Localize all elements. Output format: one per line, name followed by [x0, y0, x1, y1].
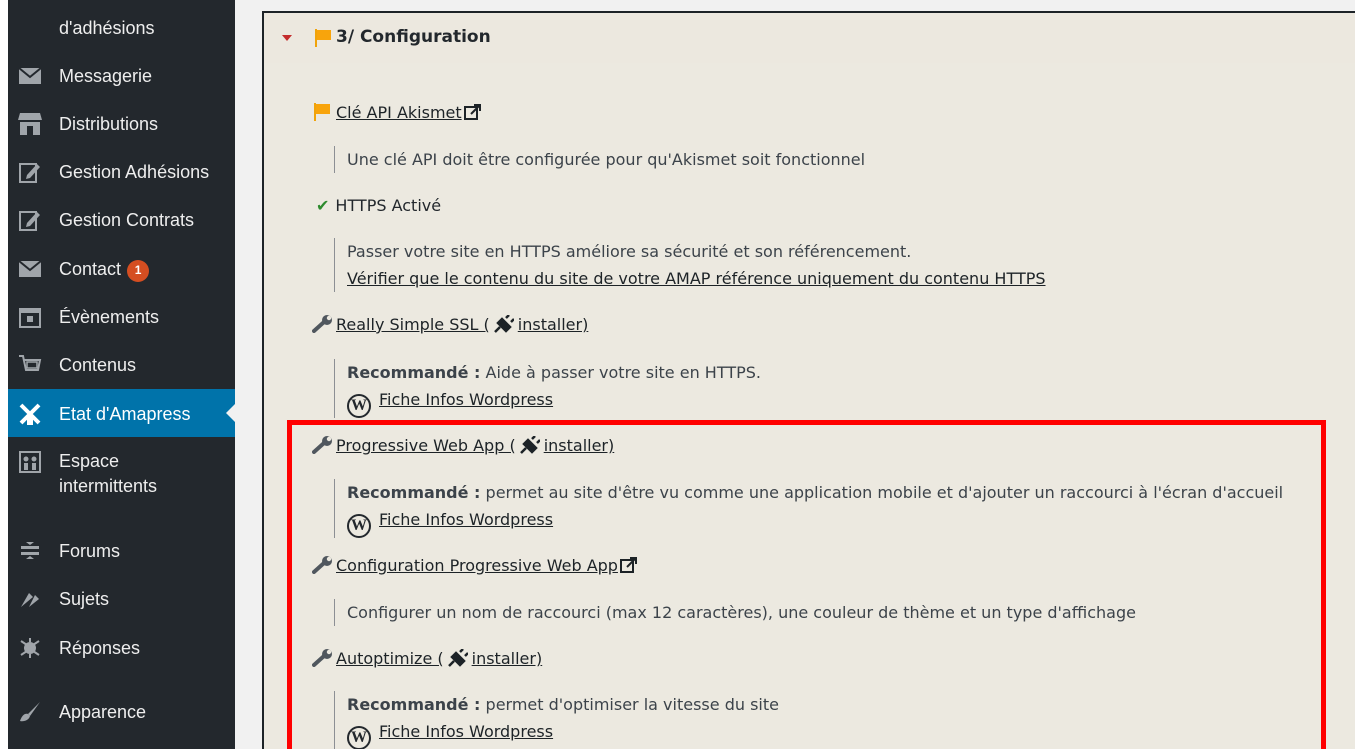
calendar-icon [18, 305, 42, 329]
forums-icon [18, 539, 42, 563]
cart-icon [18, 353, 42, 377]
external-link-icon[interactable] [463, 104, 481, 125]
wrench-icon [312, 556, 334, 578]
windmill-icon [18, 402, 42, 426]
left-edge [0, 0, 8, 749]
sidebar-item-label: Évènements [59, 307, 160, 327]
ssl-description: Recommandé : Aide à passer votre site en… [334, 359, 761, 418]
akismet-row: Clé API Akismet [314, 103, 481, 125]
ssl-row: Really Simple SSL (installer) [312, 314, 588, 337]
sidebar-item-label: Espace intermittents [59, 451, 158, 496]
sidebar-item-label: Contact 1 [59, 257, 150, 282]
sidebar-item-messagerie[interactable]: Messagerie [8, 64, 235, 88]
autoptimize-description: Recommandé : permet d'optimiser la vites… [334, 691, 779, 749]
wrench-icon [312, 649, 334, 671]
sidebar-item-reponses[interactable]: Réponses [8, 636, 235, 660]
sidebar-item-label: Contenus [59, 355, 137, 375]
panel-content: Clé API Akismet Une clé API doit être co… [264, 63, 1355, 749]
sidebar-item-forums[interactable]: Forums [8, 539, 235, 563]
sidebar-item-gestion-adhesions[interactable]: Gestion Adhésions [8, 160, 235, 184]
sidebar-item-label: Forums [59, 541, 121, 561]
https-label: HTTPS Activé [335, 196, 442, 215]
brush-icon [18, 700, 42, 724]
replies-icon [18, 636, 42, 660]
pwa-fiche-link[interactable]: Fiche Infos Wordpress [379, 510, 553, 529]
flag-icon [314, 103, 332, 121]
sidebar-item-label: Gestion Adhésions [59, 162, 210, 182]
sidebar-item-label: Distributions [59, 114, 159, 134]
plugin-icon [493, 314, 515, 337]
sidebar-item-label: Etat d'Amapress [59, 404, 191, 424]
sidebar-item-adhesions[interactable]: d'adhésions [8, 16, 235, 40]
pwa-description: Recommandé : permet au site d'être vu co… [334, 479, 1283, 538]
akismet-link[interactable]: Clé API Akismet [336, 103, 462, 122]
section-title: 3/ Configuration [336, 27, 491, 47]
pwa-config-link[interactable]: Configuration Progressive Web App [336, 556, 618, 575]
wordpress-icon: W [347, 726, 371, 749]
sidebar-item-contenus[interactable]: Contenus [8, 353, 235, 377]
plugin-icon [519, 435, 541, 458]
ssl-install-link[interactable]: Really Simple SSL (installer) [336, 314, 588, 337]
blank-icon [18, 16, 42, 40]
sidebar-item-gestion-contrats[interactable]: Gestion Contrats [8, 208, 235, 232]
pwa-config-description: Configurer un nom de raccourci (max 12 c… [334, 599, 1136, 626]
autoptimize-fiche-link[interactable]: Fiche Infos Wordpress [379, 722, 553, 741]
pwa-install-link[interactable]: Progressive Web App (installer) [336, 435, 614, 458]
edit-icon [18, 208, 42, 232]
people-icon [18, 450, 42, 474]
sidebar-item-evenements[interactable]: Évènements [8, 305, 235, 329]
sidebar-item-label: d'adhésions [59, 18, 155, 38]
autoptimize-row: Autoptimize (installer) [312, 648, 542, 671]
sidebar-item-etat-amapress[interactable]: Etat d'Amapress [8, 389, 235, 437]
sidebar-item-sujets[interactable]: Sujets [8, 587, 235, 611]
sidebar-item-label: Réponses [59, 638, 141, 658]
akismet-description: Une clé API doit être configurée pour qu… [334, 146, 865, 173]
pwa-row: Progressive Web App (installer) [312, 435, 614, 458]
envelope-icon [18, 64, 42, 88]
sidebar-item-label: Messagerie [59, 66, 153, 86]
wordpress-icon: W [347, 394, 371, 418]
store-icon [18, 112, 42, 136]
notification-badge: 1 [127, 260, 150, 282]
sidebar-item-espace-intermittents[interactable]: Espace intermittents [8, 450, 235, 499]
https-description: Passer votre site en HTTPS améliore sa s… [334, 238, 1046, 292]
external-link-icon[interactable] [619, 557, 637, 578]
https-row: ✔ HTTPS Activé [316, 196, 441, 215]
https-check-link[interactable]: Vérifier que le contenu du site de votre… [347, 269, 1046, 288]
sidebar-item-label: Sujets [59, 589, 110, 609]
topics-icon [18, 587, 42, 611]
plugin-icon [447, 648, 469, 671]
ssl-fiche-link[interactable]: Fiche Infos Wordpress [379, 390, 553, 409]
section-header[interactable]: 3/ Configuration [264, 13, 1355, 63]
admin-sidebar: d'adhésions Messagerie Distributions Ges… [8, 0, 235, 749]
sidebar-item-apparence[interactable]: Apparence [8, 700, 235, 724]
wrench-icon [312, 315, 334, 337]
sidebar-item-contact[interactable]: Contact 1 [8, 257, 235, 282]
sidebar-item-label: Gestion Contrats [59, 210, 195, 230]
wrench-icon [312, 436, 334, 458]
https-desc-text: Passer votre site en HTTPS améliore sa s… [347, 242, 912, 261]
check-icon: ✔ [316, 196, 330, 215]
sidebar-item-distributions[interactable]: Distributions [8, 112, 235, 136]
envelope-icon [18, 257, 42, 281]
edit-icon [18, 160, 42, 184]
wordpress-icon: W [347, 514, 371, 538]
sidebar-item-label: Apparence [59, 702, 147, 722]
collapse-caret-icon[interactable] [282, 35, 292, 41]
autoptimize-install-link[interactable]: Autoptimize (installer) [336, 648, 542, 671]
pwa-config-row: Configuration Progressive Web App [312, 556, 637, 578]
